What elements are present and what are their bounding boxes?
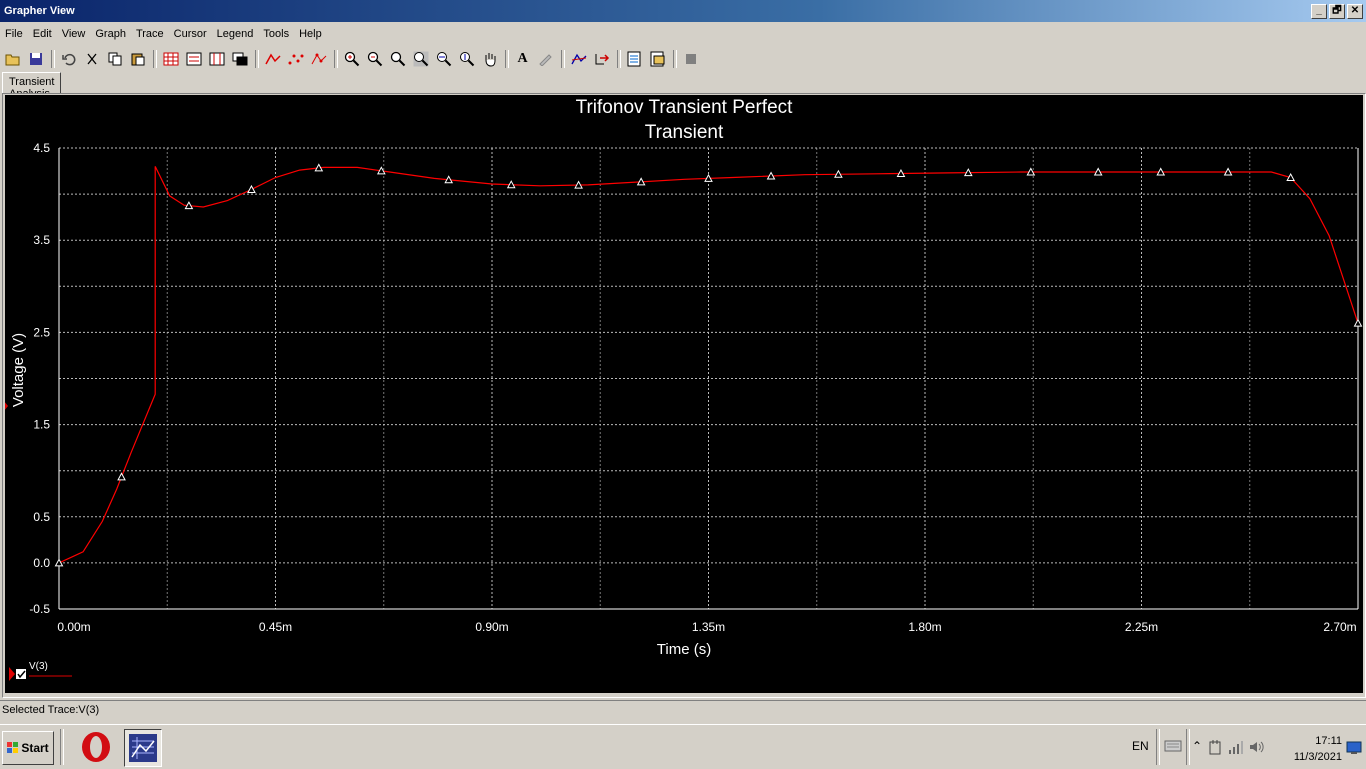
y-tick-label: 4.5 [33,141,50,155]
menu-view[interactable]: View [57,26,91,45]
cursor-icon[interactable] [206,49,227,70]
zoom-x-icon[interactable] [433,49,454,70]
open-icon[interactable] [2,49,23,70]
menu-trace[interactable]: Trace [131,26,169,45]
line-trace-icon[interactable] [262,49,283,70]
zoom-in-icon[interactable] [341,49,362,70]
window-titlebar: Grapher View _ 🗗 ✕ [0,0,1366,22]
restore-button[interactable]: 🗗 [1329,4,1345,19]
chart-grid [59,147,1358,610]
minimize-button[interactable]: _ [1311,4,1327,19]
grapher-app-icon[interactable] [124,729,162,767]
start-button[interactable]: Start [2,731,54,765]
windows-logo-icon [7,742,19,753]
y-axis-label: Voltage (V) [10,333,27,407]
x-tick-label: 2.25m [1125,620,1158,634]
legend-marker-icon [9,667,15,681]
y-tick-label: 1.5 [33,418,50,432]
taskbar: Start EN ⌃ 17:11 11/3/2021 [0,724,1366,769]
pen-icon[interactable] [535,49,556,70]
transient-chart[interactable]: Trifonov Transient Perfect Transient 0.0… [5,95,1363,693]
menu-file[interactable]: File [0,26,28,45]
x-tick-label: 2.70m [1323,620,1356,634]
trace-props-icon[interactable] [568,49,589,70]
y-tick-label: 0.0 [33,556,50,570]
zoom-y-icon[interactable] [456,49,477,70]
text-icon[interactable]: A [512,49,533,70]
save-icon[interactable] [25,49,46,70]
menu-graph[interactable]: Graph [90,26,131,45]
x-tick-label: 0.90m [475,620,508,634]
start-label: Start [21,741,49,755]
status-bar: Selected Trace:V(3) [0,700,1366,719]
x-tick-label: 1.80m [908,620,941,634]
opera-browser-icon[interactable] [78,729,114,765]
chart-subtitle: Transient [645,122,724,143]
y-tick-label: 2.5 [33,325,50,339]
chart-title: Trifonov Transient Perfect [576,97,794,118]
grid-icon[interactable] [160,49,181,70]
x-tick-label: 1.35m [692,620,725,634]
y-tick-label: 3.5 [33,233,50,247]
close-button[interactable]: ✕ [1347,4,1363,19]
data-point-marker [54,558,64,567]
network-signal-icon[interactable] [1228,739,1244,758]
taskbar-separator [60,729,64,765]
y-axis-ticks: 4.5 3.5 2.5 1.5 0.5 0.0 -0.5 [29,141,50,616]
print-icon[interactable] [647,49,668,70]
clock-date[interactable]: 11/3/2021 [1294,751,1342,763]
legend-checkbox[interactable] [16,669,26,679]
zoom-out-icon[interactable] [364,49,385,70]
left-cursor-marker-icon[interactable] [5,396,8,416]
line-dot-trace-icon[interactable] [308,49,329,70]
x-axis-label: Time (s) [657,641,711,658]
undo-icon[interactable] [58,49,79,70]
toolbar: A [0,47,1366,71]
pan-icon[interactable] [479,49,500,70]
data-point-marker [247,184,256,193]
menu-legend[interactable]: Legend [212,26,259,45]
y-tick-label: -0.5 [29,602,50,616]
legend: V(3) [9,661,72,681]
menu-edit[interactable]: Edit [28,26,57,45]
dot-trace-icon[interactable] [285,49,306,70]
device-icon[interactable] [1208,739,1224,758]
y-tick-label: 0.5 [33,510,50,524]
tab-transient-analysis[interactable]: Transient Analysis [2,72,62,100]
legend-icon[interactable] [183,49,204,70]
copy-icon[interactable] [104,49,125,70]
tray-expand-icon[interactable]: ⌃ [1192,739,1202,753]
overlay-icon[interactable] [229,49,250,70]
data-point-marker [117,472,126,481]
status-selected-trace: Selected Trace:V(3) [2,704,100,716]
window-title: Grapher View [4,5,75,17]
menu-cursor[interactable]: Cursor [169,26,212,45]
menu-tools[interactable]: Tools [258,26,294,45]
data-point-marker [1353,318,1363,327]
zoom-area-icon[interactable] [387,49,408,70]
keyboard-icon[interactable] [1164,739,1182,756]
paste-icon[interactable] [127,49,148,70]
volume-icon[interactable] [1248,739,1264,758]
page-setup-icon[interactable] [624,49,645,70]
zoom-full-icon[interactable] [410,49,431,70]
x-axis-ticks: 0.00m 0.45m 0.90m 1.35m 1.80m 2.25m 2.70m [57,620,1356,634]
stop-icon[interactable] [680,49,701,70]
menu-help[interactable]: Help [294,26,327,45]
show-desktop-icon[interactable] [1346,741,1362,758]
clock-time[interactable]: 17:11 [1315,735,1342,747]
legend-label: V(3) [29,661,48,672]
menu-bar: File Edit View Graph Trace Cursor Legend… [0,26,327,46]
export-icon[interactable] [591,49,612,70]
system-tray: EN ⌃ 17:11 11/3/2021 [1126,729,1366,765]
x-tick-label: 0.45m [259,620,292,634]
x-tick-label: 0.00m [57,620,90,634]
language-indicator[interactable]: EN [1132,739,1149,753]
cut-icon[interactable] [81,49,102,70]
